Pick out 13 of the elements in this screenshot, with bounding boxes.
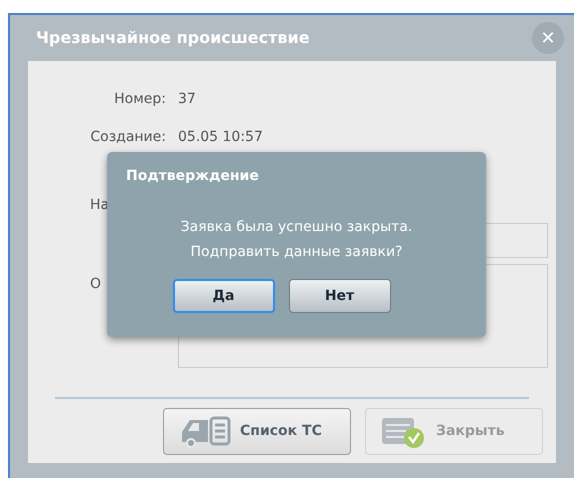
field-value: 05.05 10:57: [178, 128, 263, 147]
dialog-button[interactable]: Да: [172, 279, 274, 313]
field-label: Создание:: [89, 128, 167, 147]
field-label: Номер:: [113, 90, 167, 109]
vehicle-list-button[interactable]: Список ТС: [163, 408, 351, 455]
field-label: О: [89, 275, 102, 294]
van-list-icon: [180, 414, 232, 450]
dialog-message: Подправить данные заявки?: [190, 243, 402, 262]
dialog-button[interactable]: Нет: [288, 279, 390, 313]
dialog-message: Заявка была успешно закрыта.: [180, 218, 412, 237]
field-value: 37: [178, 90, 196, 109]
dialog-title: Подтверждение: [126, 167, 259, 186]
window-title: Чрезвычайное происшествие: [36, 27, 310, 49]
